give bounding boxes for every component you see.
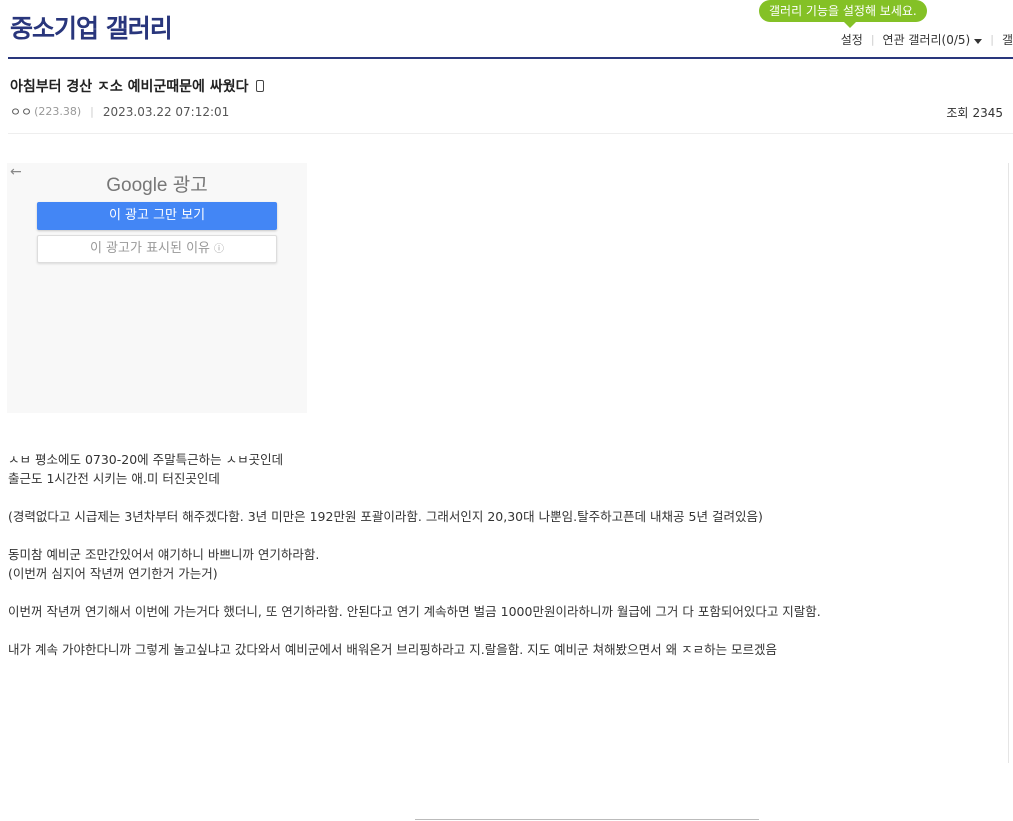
bottom-divider [415, 819, 759, 820]
divider: | [990, 33, 994, 46]
author-ip: (223.38) [34, 105, 82, 118]
related-gallery-label: 연관 갤러리(0/5) [882, 33, 971, 47]
top-links: 설정 | 연관 갤러리(0/5) | 갤 [841, 31, 1013, 48]
header-divider [8, 57, 1013, 59]
body-line: (경력없다고 시급제는 3년차부터 해주겠다함. 3년 미만은 192만원 포괄… [8, 509, 763, 524]
chevron-down-icon [974, 39, 983, 44]
author-name[interactable]: ㅇㅇ [10, 103, 32, 120]
google-ad-label: Google 광고 [106, 175, 208, 196]
body-line: ㅅㅂ 평소에도 0730-20에 주말특근하는 ㅅㅂ곳인데 [8, 452, 284, 467]
post-body: ㅅㅂ 평소에도 0730-20에 주말특근하는 ㅅㅂ곳인데 출근도 1시간전 시… [8, 450, 908, 659]
mobile-icon [256, 80, 265, 92]
body-line: 동미참 예비군 조만간있어서 얘기하니 바쁘니까 연기하라함. [8, 547, 320, 562]
content-right-border [1008, 163, 1009, 763]
gallery-link-truncated[interactable]: 갤 [1002, 31, 1013, 48]
ad-container: ← Google 광고 이 광고 그만 보기 이 광고가 표시된 이유 ⓘ [7, 163, 307, 413]
body-line: 이번꺼 작년꺼 연기해서 이번에 가는거다 했더니, 또 연기하라함. 안된다고… [8, 604, 821, 619]
gallery-title[interactable]: 중소기업 갤러리 [10, 12, 173, 46]
meta-divider [8, 133, 1013, 134]
body-line: (이번꺼 심지어 작년꺼 연기한거 가는거) [8, 566, 218, 581]
stop-ad-button[interactable]: 이 광고 그만 보기 [37, 202, 277, 230]
why-this-ad-label: 이 광고가 표시된 이유 [89, 241, 211, 256]
body-line: 출근도 1시간전 시키는 애.미 터진곳인데 [8, 471, 220, 486]
related-gallery-dropdown[interactable]: 연관 갤러리(0/5) [883, 31, 983, 48]
gallery-settings-tooltip: 갤러리 기능을 설정해 보세요. [759, 0, 927, 28]
post-meta: ㅇㅇ (223.38) | 2023.03.22 07:12:01 [10, 103, 229, 120]
info-icon: ⓘ [214, 244, 225, 255]
view-count: 조회 2345 [946, 104, 1003, 121]
post-title-text: 아침부터 경산 ㅈ소 예비군때문에 싸웠다 [10, 79, 249, 95]
body-line: 내가 계속 가야한다니까 그렇게 놀고싶냐고 갔다와서 예비군에서 배워온거 브… [8, 642, 778, 657]
why-this-ad-button[interactable]: 이 광고가 표시된 이유 ⓘ [37, 235, 277, 263]
divider: | [870, 33, 875, 46]
settings-link[interactable]: 설정 [841, 31, 863, 48]
divider: | [90, 105, 94, 118]
view-count-value: 2345 [972, 106, 1003, 120]
view-count-label: 조회 [946, 106, 969, 120]
post-date: 2023.03.22 07:12:01 [102, 104, 230, 119]
post-title: 아침부터 경산 ㅈ소 예비군때문에 싸웠다 [10, 76, 265, 96]
